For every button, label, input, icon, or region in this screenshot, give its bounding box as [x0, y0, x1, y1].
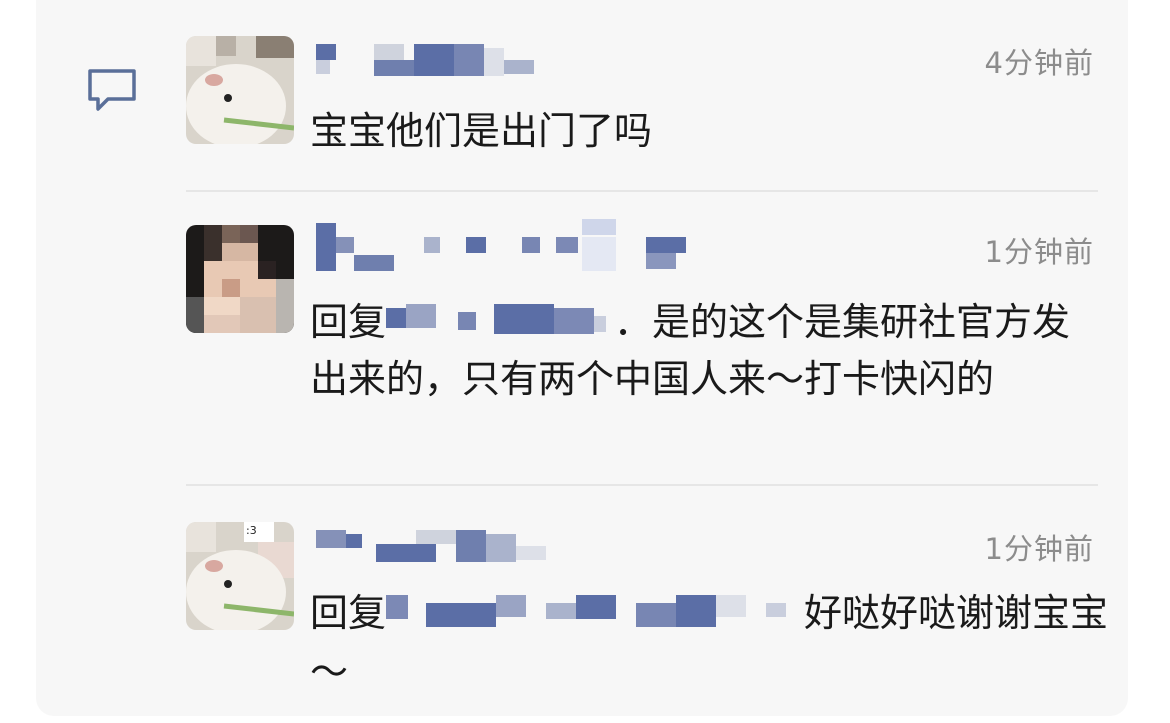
reply-prefix: 回复: [310, 591, 387, 635]
username-mosaic: [316, 524, 556, 564]
comment-time: 1分钟前: [984, 235, 1094, 269]
comment-item[interactable]: 4分钟前 宝宝他们是出门了吗: [186, 36, 1116, 153]
comment-text: 宝宝他们是出门了吗: [310, 109, 653, 153]
comment-text: 回复 好哒好哒谢谢宝宝～: [310, 586, 1120, 699]
comment-bubble-icon[interactable]: [86, 67, 138, 113]
comment-item[interactable]: 1分钟前 回复 ．是的这个是集研社官方发出来的，只有两个中国人来～打卡快闪的: [186, 219, 1116, 445]
reply-prefix: 回复: [310, 300, 387, 344]
reply-target-mosaic: [386, 587, 804, 645]
comment-time: 4分钟前: [984, 46, 1094, 80]
divider: [186, 484, 1098, 486]
username-mosaic: [316, 219, 696, 271]
avatar[interactable]: [186, 225, 294, 333]
comment-text: 回复 ．是的这个是集研社官方发出来的，只有两个中国人来～打卡快闪的: [310, 295, 1100, 406]
divider: [186, 190, 1098, 192]
avatar[interactable]: :3: [186, 522, 294, 630]
avatar[interactable]: [186, 36, 294, 144]
reply-target-mosaic: [386, 298, 614, 352]
username-mosaic: [316, 38, 546, 78]
comment-time: 1分钟前: [984, 532, 1094, 566]
comment-item[interactable]: :3 1分钟前 回复 好哒好哒谢谢宝宝～: [186, 522, 1116, 694]
svg-text::3: :3: [246, 524, 257, 537]
